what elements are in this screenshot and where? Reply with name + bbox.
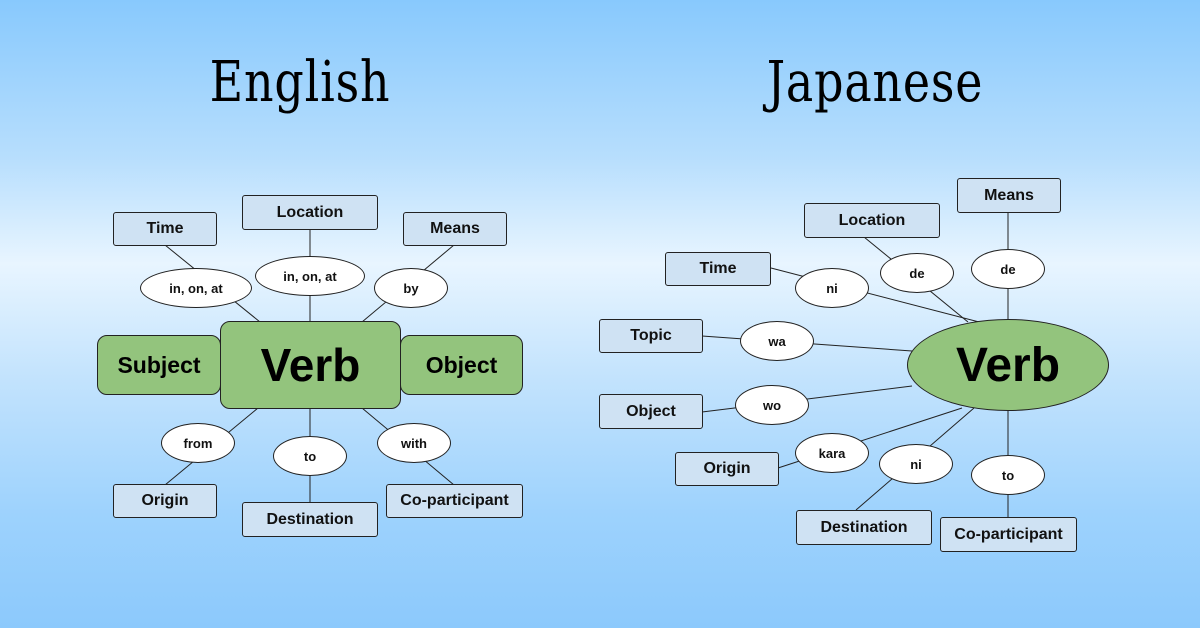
en-object-box: Object (400, 335, 523, 395)
ja-marker-means: de (971, 249, 1045, 289)
en-subject-box: Subject (97, 335, 221, 395)
ja-role-origin: Origin (675, 452, 779, 486)
en-marker-destination: to (273, 436, 347, 476)
ja-role-coparticipant: Co-participant (940, 517, 1077, 552)
ja-marker-object: wo (735, 385, 809, 425)
en-role-destination: Destination (242, 502, 378, 537)
ja-marker-location: de (880, 253, 954, 293)
en-marker-coparticipant: with (377, 423, 451, 463)
ja-marker-destination: ni (879, 444, 953, 484)
ja-role-means: Means (957, 178, 1061, 213)
ja-marker-coparticipant: to (971, 455, 1045, 495)
en-verb-box: Verb (220, 321, 401, 409)
ja-marker-topic: wa (740, 321, 814, 361)
en-marker-location: in, on, at (255, 256, 365, 296)
en-marker-origin: from (161, 423, 235, 463)
ja-role-destination: Destination (796, 510, 932, 545)
ja-role-object: Object (599, 394, 703, 429)
ja-marker-time: ni (795, 268, 869, 308)
en-role-coparticipant: Co-participant (386, 484, 523, 518)
en-role-means: Means (403, 212, 507, 246)
en-role-time: Time (113, 212, 217, 246)
en-marker-means: by (374, 268, 448, 308)
ja-role-location: Location (804, 203, 940, 238)
en-role-location: Location (242, 195, 378, 230)
en-role-origin: Origin (113, 484, 217, 518)
ja-role-topic: Topic (599, 319, 703, 353)
ja-verb-oval: Verb (907, 319, 1109, 411)
ja-marker-origin: kara (795, 433, 869, 473)
en-marker-time: in, on, at (140, 268, 252, 308)
ja-role-time: Time (665, 252, 771, 286)
